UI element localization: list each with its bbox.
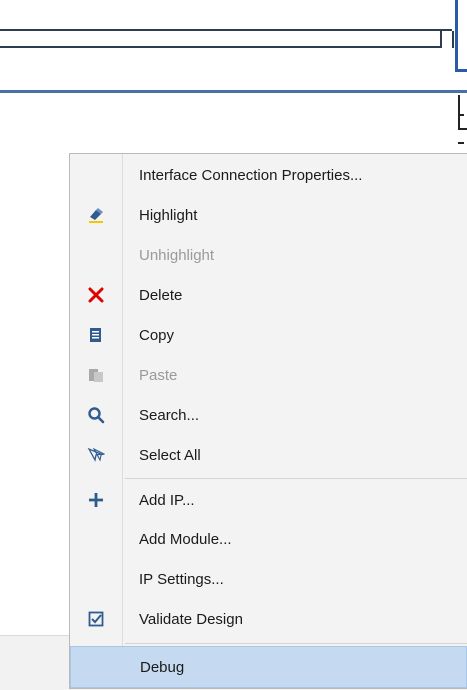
select-all-icon [70,436,122,474]
canvas-pin [458,114,464,116]
canvas-wire [0,29,452,31]
menu-item-label: Add Module... [139,530,232,548]
menu-item-copy[interactable]: Copy [70,316,467,354]
canvas-block[interactable] [458,95,467,130]
menu-item-validate-design[interactable]: Validate Design [70,600,467,638]
canvas-wire [440,31,442,48]
menu-item-label: Highlight [139,206,198,224]
menu-item-delete[interactable]: Delete [70,276,467,314]
menu-item-paste[interactable]: Paste [70,356,467,394]
search-icon [70,396,122,434]
context-menu: Interface Connection Properties... Highl… [69,153,467,689]
menu-item-label: Paste [139,366,178,384]
menu-item-label: IP Settings... [139,570,224,588]
highlight-icon [70,196,122,234]
canvas-pin [458,142,464,144]
menu-item-interface-connection-properties[interactable]: Interface Connection Properties... [70,156,467,194]
menu-item-add-module[interactable]: Add Module... [70,520,467,558]
menu-separator [125,478,467,479]
add-icon [70,481,122,519]
paste-icon [70,356,122,394]
menu-item-label: Add IP... [139,491,195,509]
menu-item-select-all[interactable]: Select All [70,436,467,474]
menu-item-unhighlight[interactable]: Unhighlight [70,236,467,274]
menu-item-debug[interactable]: Debug [70,646,467,688]
menu-item-label: Debug [140,658,185,676]
interface-connection[interactable] [0,90,467,93]
menu-item-ip-settings[interactable]: IP Settings... [70,560,467,598]
canvas-block[interactable] [455,0,467,72]
menu-item-search[interactable]: Search... [70,396,467,434]
menu-item-label: Select All [139,446,201,464]
menu-item-label: Delete [139,286,183,304]
copy-icon [70,316,122,354]
menu-item-highlight[interactable]: Highlight [70,196,467,234]
menu-item-add-ip[interactable]: Add IP... [70,481,467,519]
delete-icon [70,276,122,314]
menu-separator [125,643,467,644]
menu-item-label: Unhighlight [139,246,215,264]
canvas-wire [0,46,440,48]
menu-item-label: Copy [139,326,175,344]
menu-item-label: Search... [139,406,200,424]
validate-icon [70,600,122,638]
canvas-wire [452,31,454,48]
menu-item-label: Interface Connection Properties... [139,166,363,184]
menu-item-label: Validate Design [139,610,243,628]
